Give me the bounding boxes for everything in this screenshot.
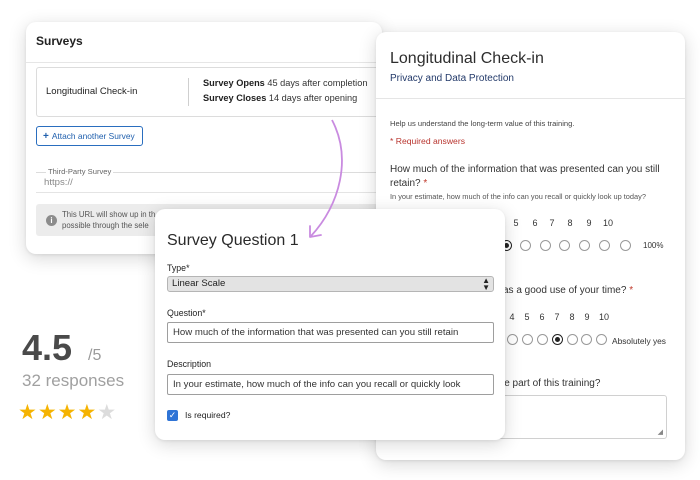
response-count: 32 responses [22, 371, 125, 390]
star-icon: ★ [97, 401, 117, 424]
star-icon: ★ [37, 401, 57, 424]
star-icon: ★ [57, 401, 77, 424]
arrow-curve [310, 119, 343, 237]
rating-out-of: /5 [88, 347, 102, 364]
star-icon: ★ [18, 401, 37, 424]
star-icon: ★ [77, 401, 97, 424]
rating-score: 4.5 [22, 327, 73, 368]
star-rating: ★★★★★ [18, 402, 117, 424]
